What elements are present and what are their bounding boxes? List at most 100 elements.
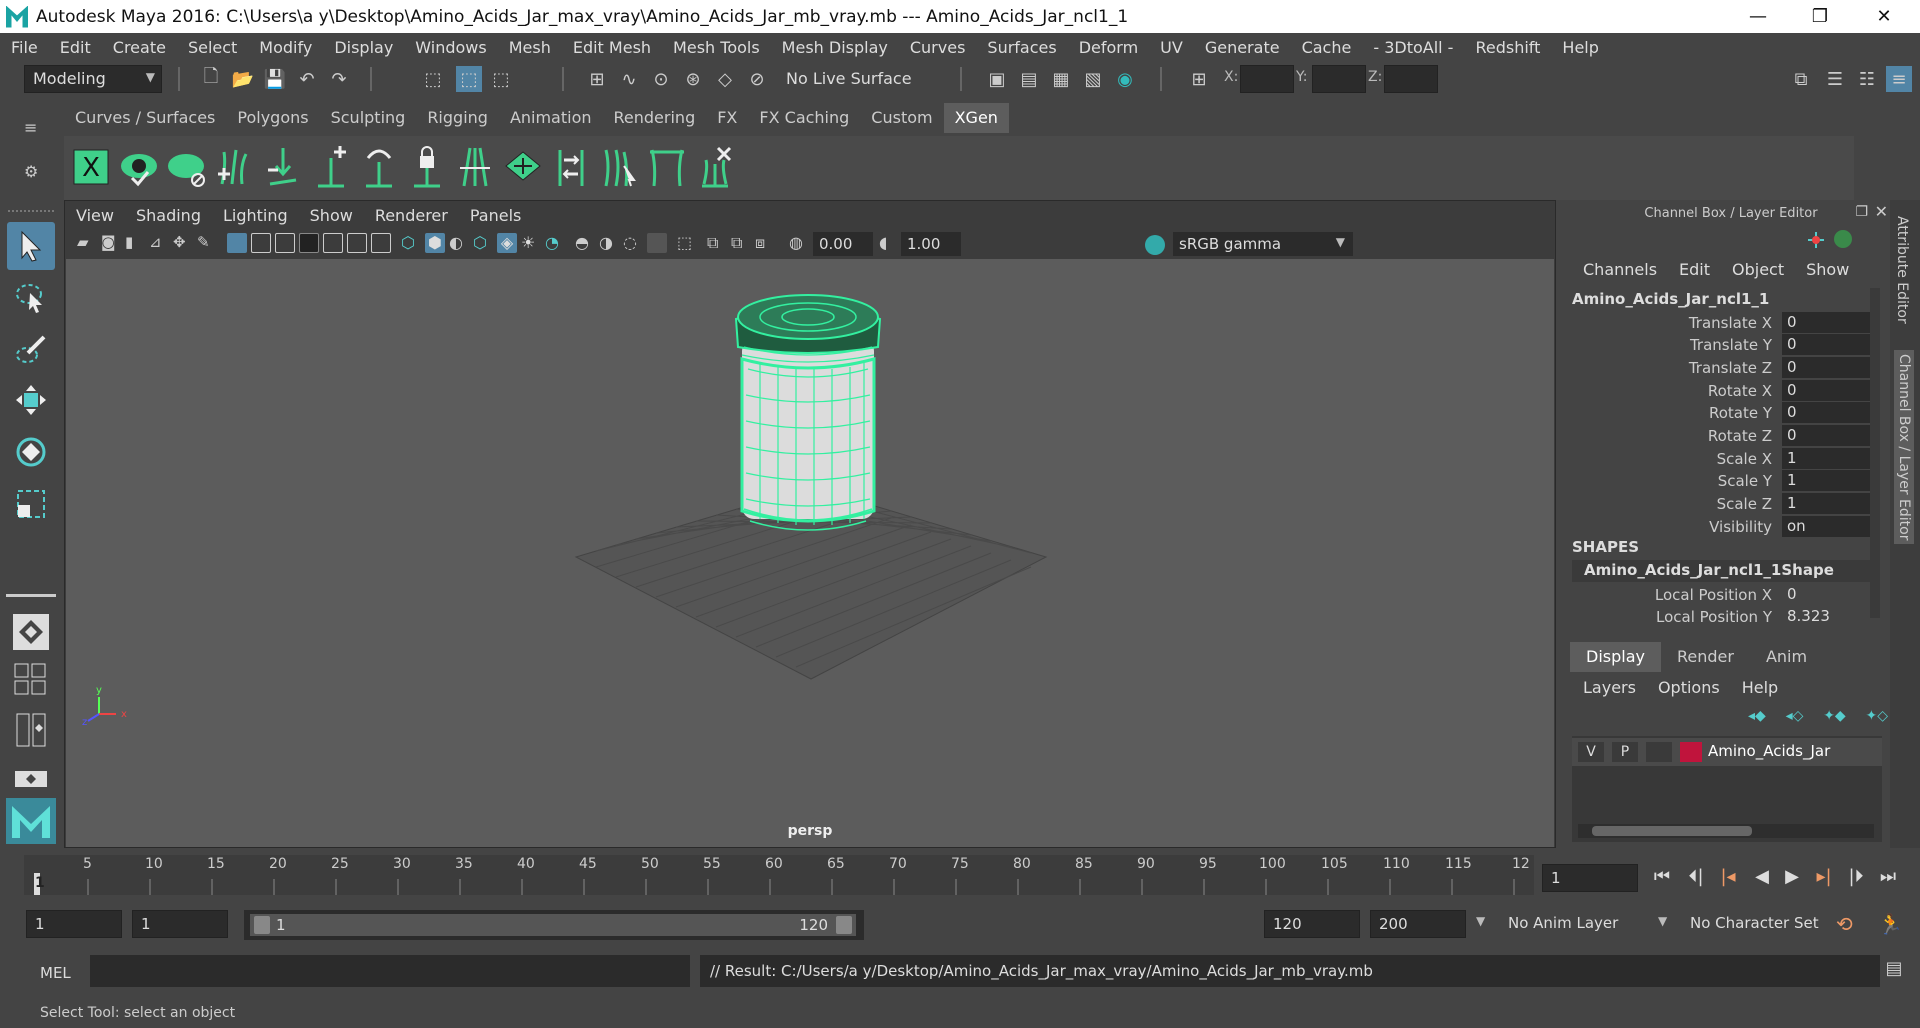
hud-icon[interactable]: ⧈ xyxy=(755,233,775,253)
tab-xgen[interactable]: XGen xyxy=(943,103,1009,133)
make-live-icon[interactable]: ⊘ xyxy=(746,68,768,90)
tab-channel-box-layer-editor[interactable]: Channel Box / Layer Editor xyxy=(1894,350,1914,545)
close-button[interactable]: ✕ xyxy=(1856,0,1912,33)
tab-animation[interactable]: Animation xyxy=(499,103,603,133)
lock-guide-icon[interactable] xyxy=(406,144,448,190)
guide-length-icon[interactable] xyxy=(358,144,400,190)
film-gate-icon[interactable] xyxy=(251,233,271,253)
menu-create[interactable]: Create xyxy=(102,38,177,57)
image-plane-icon[interactable]: ⊿ xyxy=(149,233,169,253)
redo-icon[interactable]: ↷ xyxy=(328,68,350,90)
scrollbar-thumb[interactable] xyxy=(1592,826,1752,836)
attr-value[interactable]: 0 xyxy=(1782,312,1878,333)
modeling-toolkit-icon[interactable]: ⧉ xyxy=(1790,68,1812,90)
animation-start-field[interactable]: 1 xyxy=(26,910,122,938)
snap-projected-center-icon[interactable]: ⊛ xyxy=(682,68,704,90)
menu-3dtoall[interactable]: - 3DtoAll - xyxy=(1362,38,1464,57)
depth-of-field-icon[interactable]: ⧉ xyxy=(731,233,751,253)
select-hierarchy-icon[interactable]: ⬚ xyxy=(422,68,444,90)
attr-value[interactable]: 0 xyxy=(1782,380,1878,401)
menu-edit[interactable]: Edit xyxy=(49,38,102,57)
menu-redshift[interactable]: Redshift xyxy=(1464,38,1551,57)
view-transform-dropdown[interactable]: sRGB gamma ▼ xyxy=(1173,232,1353,256)
float-panel-icon[interactable]: ❐ xyxy=(1855,204,1868,220)
snap-point-icon[interactable]: ⊙ xyxy=(650,68,672,90)
attr-scale-z[interactable]: Scale Z 1 xyxy=(1572,493,1878,515)
attr-value[interactable]: 1 xyxy=(1782,470,1878,491)
attribute-editor-toggle-icon[interactable]: ☰ xyxy=(1824,68,1846,90)
xgen-editor-icon[interactable]: X xyxy=(70,144,112,190)
select-object-icon[interactable]: ⬚ xyxy=(456,66,482,92)
edit-menu[interactable]: Edit xyxy=(1668,260,1721,279)
attr-value[interactable]: 0 xyxy=(1782,584,1878,605)
live-surface-field[interactable]: No Live Surface xyxy=(780,66,930,93)
menu-windows[interactable]: Windows xyxy=(404,38,497,57)
rebuild-guides-icon[interactable] xyxy=(550,144,592,190)
grease-pencil-icon[interactable]: ✎ xyxy=(197,233,217,253)
menu-modify[interactable]: Modify xyxy=(248,38,323,57)
layer-row[interactable]: V P Amino_Acids_Jar xyxy=(1572,738,1882,766)
shadows-icon[interactable]: ☀ xyxy=(521,233,541,253)
panel-menu-panels[interactable]: Panels xyxy=(459,206,533,225)
menu-set-dropdown[interactable]: Modeling ▼ xyxy=(24,65,162,93)
step-forward-key-icon[interactable]: |⏵ xyxy=(1844,865,1868,887)
new-scene-icon[interactable]: 🗋 xyxy=(200,66,222,90)
smooth-shade-icon[interactable]: ⬢ xyxy=(425,233,445,253)
layer-display-type-toggle[interactable] xyxy=(1646,742,1672,762)
safe-action-icon[interactable] xyxy=(347,233,367,253)
tab-display-layers[interactable]: Display xyxy=(1570,642,1661,672)
tab-curves-surfaces[interactable]: Curves / Surfaces xyxy=(64,103,226,133)
menu-uv[interactable]: UV xyxy=(1149,38,1194,57)
attr-rotate-x[interactable]: Rotate X 0 xyxy=(1572,380,1878,402)
menu-select[interactable]: Select xyxy=(177,38,248,57)
attr-translate-x[interactable]: Translate X 0 xyxy=(1572,312,1878,334)
snap-view-plane-icon[interactable]: ◇ xyxy=(714,68,736,90)
add-guides-icon[interactable] xyxy=(214,144,256,190)
attr-local-position-y[interactable]: Local Position Y 8.323 xyxy=(1572,606,1878,628)
bookmark-icon[interactable]: ▮ xyxy=(125,233,145,253)
x-input[interactable] xyxy=(1240,65,1294,93)
attr-visibility[interactable]: Visibility on xyxy=(1572,516,1878,538)
gamma-icon[interactable]: ◖ xyxy=(879,233,899,253)
playback-start-field[interactable]: 1 xyxy=(132,910,228,938)
layer-visibility-toggle[interactable]: V xyxy=(1578,742,1604,762)
show-menu[interactable]: Show xyxy=(1795,260,1860,279)
layer-name[interactable]: Amino_Acids_Jar xyxy=(1708,742,1830,760)
screen-space-ao-icon[interactable] xyxy=(647,233,667,253)
xgen-clear-preview-icon[interactable] xyxy=(166,144,208,190)
menu-mesh[interactable]: Mesh xyxy=(498,38,562,57)
attr-translate-y[interactable]: Translate Y 0 xyxy=(1572,334,1878,356)
tab-fx-caching[interactable]: FX Caching xyxy=(748,103,860,133)
exposure-field[interactable]: 0.00 xyxy=(813,232,873,256)
menu-deform[interactable]: Deform xyxy=(1068,38,1149,57)
attr-value[interactable]: 0 xyxy=(1782,402,1878,423)
menu-file[interactable]: File xyxy=(0,38,49,57)
use-all-lights-icon[interactable]: ◈ xyxy=(497,233,517,253)
layers-menu[interactable]: Layers xyxy=(1572,678,1647,697)
panel-menu-view[interactable]: View xyxy=(65,206,125,225)
tab-custom[interactable]: Custom xyxy=(860,103,943,133)
wireframe-on-shaded-icon[interactable]: ◐ xyxy=(449,233,469,253)
current-frame-field[interactable]: 1 xyxy=(1542,864,1638,892)
attr-value[interactable]: on xyxy=(1782,516,1878,537)
snap-curve-icon[interactable]: ∿ xyxy=(618,68,640,90)
multisample-aa-icon[interactable]: ⧉ xyxy=(707,233,727,253)
select-guides-icon[interactable] xyxy=(598,144,640,190)
z-input[interactable] xyxy=(1384,65,1438,93)
color-management-toggle-icon[interactable] xyxy=(1145,235,1165,255)
panel-menu-shading[interactable]: Shading xyxy=(125,206,212,225)
delete-guides-icon[interactable] xyxy=(694,144,736,190)
animation-preferences-icon[interactable]: 🏃 xyxy=(1878,912,1903,936)
camera-attributes-icon[interactable]: ◙ xyxy=(101,233,121,253)
menu-mesh-display[interactable]: Mesh Display xyxy=(771,38,899,57)
open-scene-icon[interactable]: 📂 xyxy=(232,68,254,90)
attr-value[interactable]: 1 xyxy=(1782,493,1878,514)
gamma-field[interactable]: 1.00 xyxy=(901,232,961,256)
tab-render-layers[interactable]: Render xyxy=(1661,642,1750,672)
attr-rotate-z[interactable]: Rotate Z 0 xyxy=(1572,425,1878,447)
new-layer-selected-icon[interactable]: ✦◇ xyxy=(1865,708,1888,728)
layout-options-icon[interactable] xyxy=(7,762,55,798)
help-menu[interactable]: Help xyxy=(1731,678,1789,697)
two-d-pan-zoom-icon[interactable]: ✥ xyxy=(173,233,193,253)
attr-value[interactable]: 0 xyxy=(1782,334,1878,355)
